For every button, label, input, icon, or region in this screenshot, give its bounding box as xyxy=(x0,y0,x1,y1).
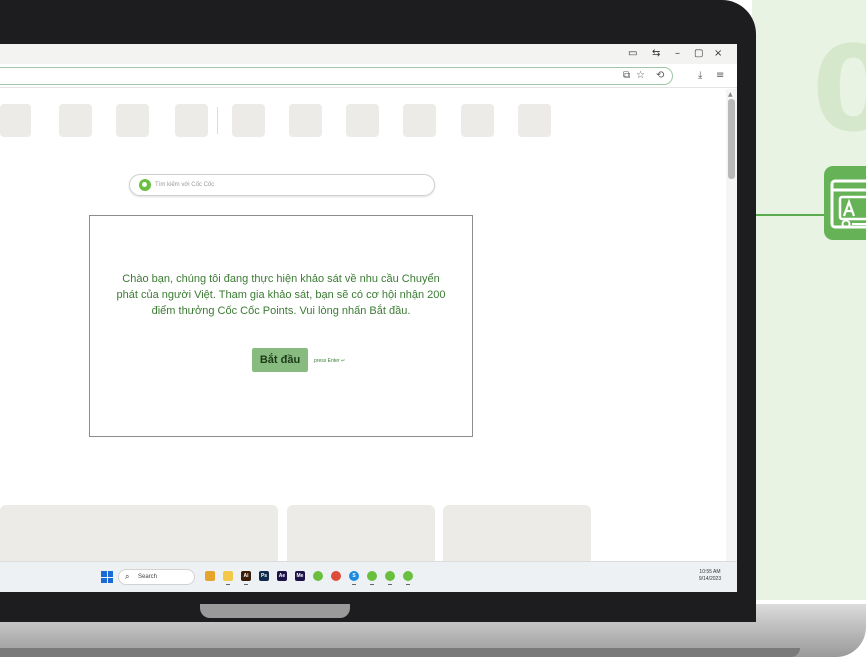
folder-app-icon[interactable] xyxy=(223,571,233,585)
search-icon: ⌕ xyxy=(125,572,130,581)
speed-dial-tile[interactable] xyxy=(116,104,149,137)
speed-dial-tile[interactable] xyxy=(232,104,265,137)
speed-dial-tile[interactable] xyxy=(461,104,494,137)
chrome-app-icon[interactable] xyxy=(331,571,341,581)
address-bar[interactable] xyxy=(0,67,673,85)
close-icon[interactable]: × xyxy=(714,47,722,61)
explorer-app-icon[interactable] xyxy=(205,571,215,581)
illustrator-app-icon[interactable]: Ai xyxy=(241,571,251,585)
extensions-icon[interactable]: ⟲ xyxy=(656,68,664,84)
coccoc-logo-icon xyxy=(139,179,151,191)
speed-dial-tile[interactable] xyxy=(403,104,436,137)
browser-ad-icon xyxy=(830,179,866,229)
windows-start-icon[interactable] xyxy=(101,571,113,583)
minimize-icon[interactable]: – xyxy=(675,47,680,61)
browser-titlebar: ▭ ⇆ – ▢ × xyxy=(0,44,737,64)
scroll-up-icon[interactable]: ▲ xyxy=(728,91,733,98)
share-icon[interactable]: ⧉ xyxy=(623,68,630,84)
laptop-hinge-notch xyxy=(200,604,350,618)
ad-feature-icon xyxy=(824,166,866,240)
speed-dial-tile[interactable] xyxy=(59,104,92,137)
survey-message: Chào bạn, chúng tôi đang thực hiện khảo … xyxy=(116,273,446,317)
laptop-screen: ▭ ⇆ – ▢ × ⧉ ☆ ⟲ ⤓ ≡ Tìm kiếm với Cốc Cốc… xyxy=(0,44,737,592)
survey-panel xyxy=(89,215,473,437)
photoshop-app-icon[interactable]: Ps xyxy=(259,571,269,581)
tab-switch-icon[interactable]: ⇆ xyxy=(652,47,660,61)
taskbar-date: 9/14/2023 xyxy=(698,576,722,582)
taskbar-clock[interactable]: 10:55 AM 9/14/2023 xyxy=(694,569,726,583)
news-card[interactable] xyxy=(287,505,435,565)
reading-mode-icon[interactable]: ▭ xyxy=(628,47,637,61)
taskbar-search-label: Search xyxy=(138,574,158,580)
press-enter-hint: press Enter ↵ xyxy=(314,358,346,364)
speed-dial-divider xyxy=(217,107,218,134)
speed-dial-tile[interactable] xyxy=(518,104,551,137)
laptop-base-shadow xyxy=(0,648,800,657)
speed-dial-tile[interactable] xyxy=(289,104,322,137)
browser-toolbar: ⧉ ☆ ⟲ ⤓ ≡ xyxy=(0,64,737,88)
skype-app-icon[interactable]: S xyxy=(349,571,359,585)
coccoc-app-2-icon[interactable] xyxy=(367,571,377,585)
coccoc-app-icon[interactable] xyxy=(313,571,323,581)
after-effects-app-icon[interactable]: Ae xyxy=(277,571,287,581)
speed-dial-tile[interactable] xyxy=(346,104,379,137)
taskbar-search[interactable]: ⌕ Search xyxy=(118,569,195,585)
menu-icon[interactable]: ≡ xyxy=(716,68,724,84)
speed-dial-tile[interactable] xyxy=(175,104,208,137)
brand-big-digit: 0 xyxy=(812,20,866,158)
news-card[interactable] xyxy=(0,505,278,565)
maximize-icon[interactable]: ▢ xyxy=(694,47,703,61)
search-input[interactable]: Tìm kiếm với Cốc Cốc xyxy=(129,174,435,196)
taskbar-time: 10:55 AM xyxy=(699,569,721,575)
search-placeholder: Tìm kiếm với Cốc Cốc xyxy=(155,182,215,188)
coccoc-app-4-icon[interactable] xyxy=(403,571,413,585)
media-encoder-app-icon[interactable]: Me xyxy=(295,571,305,581)
coccoc-app-3-icon[interactable] xyxy=(385,571,395,585)
start-button[interactable]: Bắt đầu xyxy=(252,348,308,372)
download-icon[interactable]: ⤓ xyxy=(698,68,702,84)
speed-dial-tile[interactable] xyxy=(0,104,31,137)
windows-taskbar: ⌕ Search Ai Ps Ae Me S 10:55 AM 9/14/2023 xyxy=(0,561,737,592)
bookmark-star-icon[interactable]: ☆ xyxy=(636,68,645,84)
scrollbar-thumb[interactable] xyxy=(728,99,735,179)
news-card[interactable] xyxy=(443,505,591,565)
